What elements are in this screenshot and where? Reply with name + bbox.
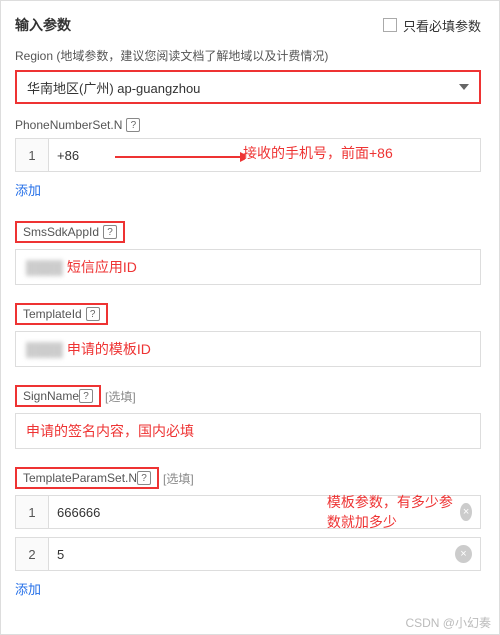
smssdk-value: ████ <box>26 260 63 275</box>
phone-label: PhoneNumberSet.N ? <box>15 118 481 132</box>
tplparam-label-text: TemplateParamSet.N <box>23 471 137 485</box>
templateid-field[interactable]: ████ 申请的模板ID <box>15 331 481 367</box>
signname-optional: [选填] <box>105 388 136 405</box>
tplparam-input-wrap: × <box>49 537 481 571</box>
smssdk-label-text: SmsSdkAppId <box>23 225 99 239</box>
required-only-label: 只看必填参数 <box>403 16 481 35</box>
templateid-annotation: 申请的模板ID <box>67 339 151 359</box>
watermark: CSDN @小幻奏 <box>405 614 491 631</box>
table-row: 1 模板参数，有多少参数就加多少 × <box>15 495 481 529</box>
smssdk-annotation: 短信应用ID <box>67 257 137 277</box>
tplparam-optional: [选填] <box>163 470 194 487</box>
tplparam-label: TemplateParamSet.N ? [选填] <box>15 467 481 489</box>
region-select[interactable]: 华南地区(广州) ap-guangzhou <box>15 70 481 104</box>
templateid-group: TemplateId ? ████ 申请的模板ID <box>15 303 481 367</box>
row-index: 1 <box>15 138 49 172</box>
phone-group: PhoneNumberSet.N ? 1 添加 接收的手机号，前面+86 <box>15 118 481 215</box>
tplparam-annotation: 模板参数，有多少参数就加多少 <box>327 492 454 532</box>
help-icon[interactable]: ? <box>79 389 93 403</box>
table-row: 1 <box>15 138 481 172</box>
signname-annotation: 申请的签名内容，国内必填 <box>26 421 194 441</box>
signname-label: SignName ? [选填] <box>15 385 481 407</box>
checkbox-icon <box>383 18 397 32</box>
region-value: 华南地区(广州) ap-guangzhou <box>27 78 200 97</box>
tplparam-group: TemplateParamSet.N ? [选填] 1 模板参数，有多少参数就加… <box>15 467 481 614</box>
tplparam-input-1[interactable] <box>57 505 327 520</box>
row-index: 1 <box>15 495 49 529</box>
help-icon[interactable]: ? <box>103 225 117 239</box>
help-icon[interactable]: ? <box>126 118 140 132</box>
clear-icon[interactable]: × <box>455 545 472 563</box>
tplparam-input-2[interactable] <box>57 547 449 562</box>
phone-input[interactable] <box>57 148 472 163</box>
input-params-panel: 输入参数 只看必填参数 Region (地域参数，建议您阅读文档了解地域以及计费… <box>0 0 500 635</box>
tplparam-input-wrap: 模板参数，有多少参数就加多少 × <box>49 495 481 529</box>
templateid-value: ████ <box>26 342 63 357</box>
phone-label-text: PhoneNumberSet.N <box>15 118 122 132</box>
templateid-label-text: TemplateId <box>23 307 82 321</box>
signname-label-text: SignName <box>23 389 79 403</box>
row-index: 2 <box>15 537 49 571</box>
templateid-label: TemplateId ? <box>15 303 108 325</box>
smssdk-label: SmsSdkAppId ? <box>15 221 125 243</box>
phone-add-button[interactable]: 添加 <box>15 180 41 199</box>
table-row: 2 × <box>15 537 481 571</box>
tplparam-add-button[interactable]: 添加 <box>15 579 41 598</box>
clear-icon[interactable]: × <box>460 503 472 521</box>
signname-group: SignName ? [选填] 申请的签名内容，国内必填 <box>15 385 481 449</box>
region-label: Region (地域参数，建议您阅读文档了解地域以及计费情况) <box>15 47 481 64</box>
phone-input-wrap <box>49 138 481 172</box>
help-icon[interactable]: ? <box>137 471 151 485</box>
panel-header: 输入参数 只看必填参数 <box>15 15 481 35</box>
chevron-down-icon <box>459 84 469 90</box>
panel-title: 输入参数 <box>15 15 71 35</box>
help-icon[interactable]: ? <box>86 307 100 321</box>
required-only-checkbox[interactable]: 只看必填参数 <box>383 16 481 35</box>
signname-field[interactable]: 申请的签名内容，国内必填 <box>15 413 481 449</box>
smssdk-group: SmsSdkAppId ? ████ 短信应用ID <box>15 221 481 285</box>
smssdk-field[interactable]: ████ 短信应用ID <box>15 249 481 285</box>
